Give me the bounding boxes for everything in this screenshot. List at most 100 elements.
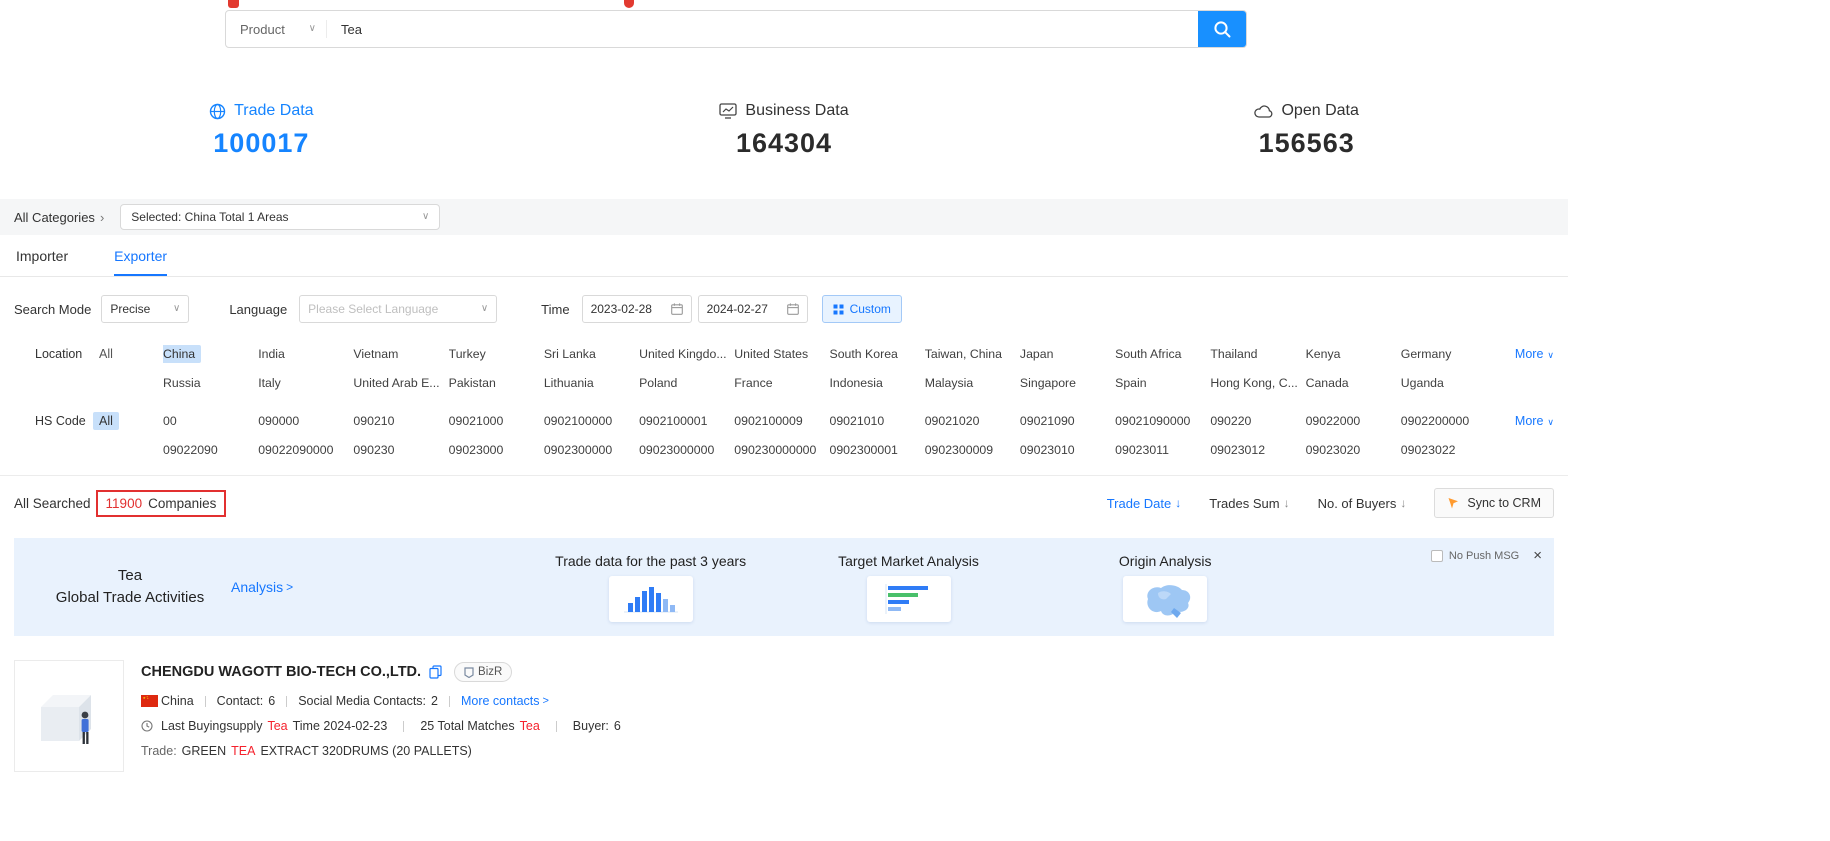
chevron-down-icon: ∨ (1547, 348, 1554, 362)
no-push-checkbox[interactable] (1431, 550, 1443, 562)
location-option[interactable]: United Arab E... (353, 374, 448, 392)
location-option[interactable]: Russia (163, 374, 258, 392)
location-option[interactable]: Singapore (1020, 374, 1115, 392)
custom-date-button[interactable]: Custom (822, 295, 902, 323)
copy-icon[interactable] (429, 665, 442, 679)
search-mode-select[interactable]: Precise ∨ (101, 295, 189, 323)
selected-areas-select[interactable]: Selected: China Total 1 Areas ∨ (120, 204, 440, 230)
banner-keyword: Tea (45, 565, 215, 587)
stat-trade-data[interactable]: Trade Data 100017 (0, 102, 523, 159)
buyer-value: 6 (614, 719, 621, 733)
hscode-option[interactable]: 09021090000 (1115, 412, 1210, 430)
all-categories-link[interactable]: All Categories › (14, 210, 104, 225)
location-option[interactable]: Taiwan, China (925, 345, 1020, 363)
search-input[interactable] (327, 11, 1198, 47)
search-button[interactable] (1198, 11, 1246, 47)
hscode-option[interactable]: 09023020 (1306, 441, 1401, 459)
location-option[interactable]: South Korea (830, 345, 925, 363)
hscode-all-option[interactable]: All (99, 412, 163, 430)
location-option[interactable]: Uganda (1401, 374, 1496, 392)
hscode-option[interactable]: 09023000000 (639, 441, 734, 459)
hscode-option[interactable]: 09022090000 (258, 441, 353, 459)
trade-data-3years-card[interactable]: Trade data for the past 3 years (555, 553, 746, 622)
date-to-input[interactable]: 2024-02-27 (698, 295, 808, 323)
location-more-link[interactable]: More ∨ (1496, 345, 1554, 363)
hscode-option[interactable]: 090230 (353, 441, 448, 459)
location-option[interactable]: Germany (1401, 345, 1496, 363)
hscode-option[interactable]: 09023011 (1115, 441, 1210, 459)
hscode-option[interactable]: 09023000 (449, 441, 544, 459)
tab-importer[interactable]: Importer (16, 235, 68, 276)
hscode-option[interactable]: 09023012 (1210, 441, 1305, 459)
hscode-option[interactable]: 090000 (258, 412, 353, 430)
more-contacts-link[interactable]: More contacts > (461, 694, 549, 708)
location-option[interactable]: Thailand (1210, 345, 1305, 363)
origin-analysis-card[interactable]: Origin Analysis (1119, 553, 1212, 622)
location-option[interactable]: Pakistan (449, 374, 544, 392)
location-option[interactable]: Hong Kong, C... (1210, 374, 1305, 392)
tab-exporter[interactable]: Exporter (114, 235, 167, 276)
location-option[interactable]: Canada (1306, 374, 1401, 392)
date-from-input[interactable]: 2023-02-28 (582, 295, 692, 323)
location-all-option[interactable]: All (99, 345, 163, 363)
location-option[interactable]: South Africa (1115, 345, 1210, 363)
location-option[interactable]: France (734, 374, 829, 392)
sort-trades-sum[interactable]: Trades Sum ↓ (1209, 496, 1289, 511)
location-option[interactable]: Malaysia (925, 374, 1020, 392)
hscode-option[interactable]: 00 (163, 412, 258, 430)
hscode-option[interactable]: 0902100009 (734, 412, 829, 430)
sort-trade-date[interactable]: Trade Date ↓ (1107, 496, 1182, 511)
company-name[interactable]: CHENGDU WAGOTT BIO-TECH CO.,LTD. (141, 664, 421, 680)
company-image[interactable] (14, 660, 124, 772)
results-header: All Searched 11900 Companies Trade Date … (0, 475, 1568, 530)
location-option[interactable]: Indonesia (830, 374, 925, 392)
hscode-option[interactable]: 0902200000 (1401, 412, 1496, 430)
hscode-option[interactable]: 09021010 (830, 412, 925, 430)
hscode-option[interactable]: 0902100001 (639, 412, 734, 430)
location-option[interactable]: Turkey (449, 345, 544, 363)
custom-grid-icon (833, 304, 844, 315)
hscode-option[interactable]: 090230000000 (734, 441, 829, 459)
hscode-option[interactable]: 090220 (1210, 412, 1305, 430)
location-option[interactable]: Italy (258, 374, 353, 392)
hscode-option[interactable]: 0902100000 (544, 412, 639, 430)
hscode-label: HS Code (14, 412, 99, 430)
location-option[interactable]: United States (734, 345, 829, 363)
hscode-option[interactable]: 09022000 (1306, 412, 1401, 430)
location-option[interactable]: United Kingdo... (639, 345, 734, 363)
location-option[interactable]: Sri Lanka (544, 345, 639, 363)
sync-to-crm-button[interactable]: Sync to CRM (1434, 488, 1554, 518)
stat-open-data[interactable]: Open Data 156563 (1045, 102, 1568, 159)
product-category-select[interactable]: Product ∨ (226, 11, 326, 47)
location-option[interactable]: Vietnam (353, 345, 448, 363)
location-option[interactable]: Kenya (1306, 345, 1401, 363)
location-option[interactable]: Poland (639, 374, 734, 392)
analysis-link[interactable]: Analysis > (231, 579, 293, 595)
location-option-selected[interactable]: China (163, 345, 258, 363)
hscode-option[interactable]: 0902300009 (925, 441, 1020, 459)
location-option[interactable]: Lithuania (544, 374, 639, 392)
selected-areas-value: Selected: China Total 1 Areas (131, 210, 288, 224)
language-select[interactable]: Please Select Language ∨ (299, 295, 497, 323)
hscode-option[interactable]: 0902300001 (830, 441, 925, 459)
sort-label: No. of Buyers (1318, 496, 1397, 511)
hscode-option[interactable]: 09021020 (925, 412, 1020, 430)
hscode-option[interactable]: 09021000 (449, 412, 544, 430)
hscode-option[interactable]: 09023022 (1401, 441, 1496, 459)
bizr-badge[interactable]: BizR (454, 662, 512, 682)
target-market-card[interactable]: Target Market Analysis (838, 553, 979, 622)
location-option[interactable]: India (258, 345, 353, 363)
stat-business-data[interactable]: Business Data 164304 (523, 102, 1046, 159)
close-icon[interactable]: × (1533, 548, 1542, 563)
hscode-option[interactable]: 0902300000 (544, 441, 639, 459)
location-option[interactable]: Japan (1020, 345, 1115, 363)
sort-no-of-buyers[interactable]: No. of Buyers ↓ (1318, 496, 1407, 511)
hscode-more-link[interactable]: More ∨ (1496, 412, 1554, 430)
hscode-chip: All (93, 412, 119, 430)
hscode-option[interactable]: 09023010 (1020, 441, 1115, 459)
hscode-option[interactable]: 09021090 (1020, 412, 1115, 430)
hscode-option[interactable]: 09022090 (163, 441, 258, 459)
banner-title: Tea Global Trade Activities (45, 565, 215, 609)
hscode-option[interactable]: 090210 (353, 412, 448, 430)
location-option[interactable]: Spain (1115, 374, 1210, 392)
